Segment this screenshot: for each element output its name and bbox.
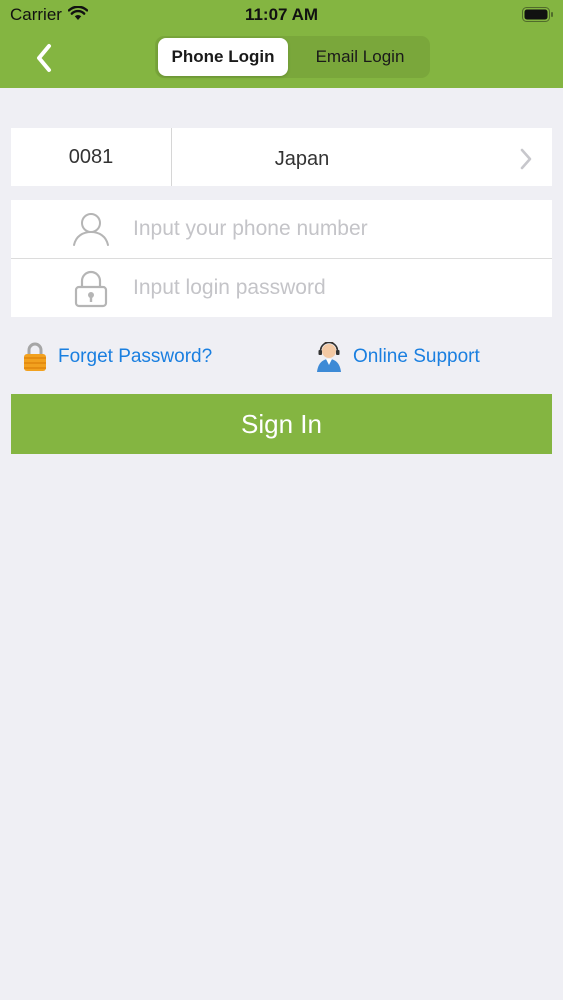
tab-phone-login[interactable]: Phone Login	[158, 38, 288, 76]
online-support-label: Online Support	[353, 346, 480, 367]
online-support-link[interactable]: Online Support	[315, 340, 480, 374]
chevron-left-icon	[37, 44, 51, 72]
status-time: 11:07 AM	[244, 5, 319, 24]
tab-email-login[interactable]: Email Login	[293, 38, 427, 76]
country-selector[interactable]: 0081 Japan	[11, 128, 552, 186]
forget-password-label: Forget Password?	[58, 346, 213, 367]
password-input[interactable]	[133, 259, 533, 317]
password-row	[11, 259, 552, 317]
chevron-right-icon	[520, 148, 532, 170]
header-bar: Carrier 11:07 AM Phone Login Email Login	[0, 0, 563, 88]
country-name: Japan	[274, 148, 330, 170]
phone-row	[11, 200, 552, 258]
back-button[interactable]	[24, 38, 64, 78]
status-bar: Carrier 11:07 AM	[0, 0, 563, 30]
user-icon	[73, 213, 109, 246]
sign-in-button[interactable]: Sign In	[11, 394, 552, 454]
support-agent-icon	[317, 342, 341, 372]
battery-icon	[522, 7, 553, 22]
phone-number-input[interactable]	[133, 200, 533, 258]
country-code: 0081	[68, 146, 114, 168]
login-type-tabs: Phone Login Email Login	[155, 36, 430, 78]
forget-password-link[interactable]: Forget Password?	[22, 340, 212, 374]
lock-icon	[74, 270, 108, 308]
padlock-icon	[24, 342, 46, 371]
